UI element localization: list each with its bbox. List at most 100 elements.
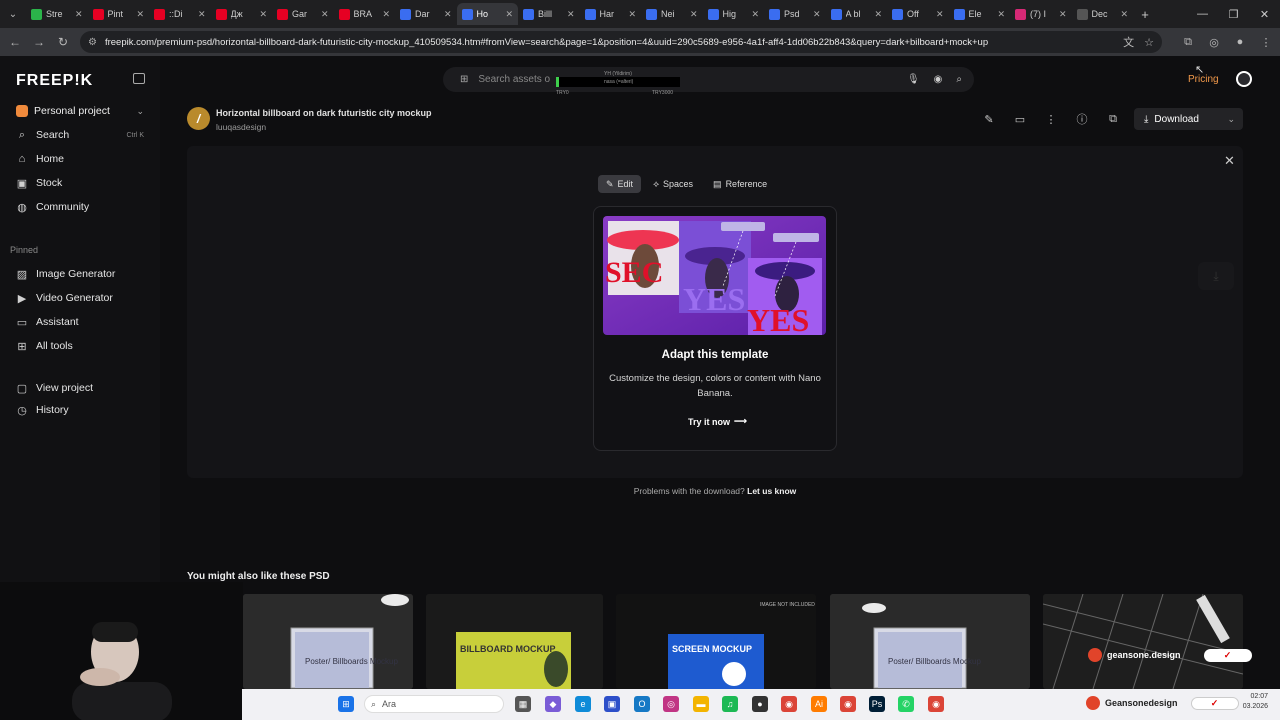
chrome-profile-icon[interactable]: ◉ (928, 696, 944, 712)
sidebar-item-assistant[interactable]: ▭ Assistant (10, 312, 150, 332)
start-icon[interactable]: ⊞ (338, 696, 354, 712)
browser-tab[interactable]: Billl ✕ (518, 3, 580, 25)
browser-tab[interactable]: Nei ✕ (641, 3, 703, 25)
microphone-icon[interactable]: 🎙︎ (907, 74, 920, 85)
download-button[interactable]: ⤓ Download ⌄ (1134, 108, 1243, 130)
whatsapp-icon[interactable]: ✆ (898, 696, 914, 712)
sidebar-item-history[interactable]: ◷ History (10, 400, 150, 420)
add-to-folder-icon[interactable]: ▭ (1011, 113, 1029, 126)
related-item[interactable]: BILLBOARD MOCKUP (426, 594, 603, 689)
chrome-icon[interactable]: ◉ (781, 696, 797, 712)
close-tab-icon[interactable]: ✕ (997, 9, 1005, 20)
browser-tab[interactable]: A bl ✕ (826, 3, 888, 25)
store-icon[interactable]: ▣ (604, 696, 620, 712)
close-tab-icon[interactable]: ✕ (136, 9, 144, 20)
browser-tab[interactable]: Ho ✕ (456, 3, 518, 25)
new-tab-button[interactable]: + (1133, 7, 1157, 22)
outlook-icon[interactable]: O (634, 696, 650, 712)
browser-tab[interactable]: Dec ✕ (1072, 3, 1134, 25)
browser-menu-icon[interactable]: ⋮ (1258, 34, 1274, 50)
sidebar-item-community[interactable]: ◍ Community (10, 197, 150, 217)
browser-tab[interactable]: Pint ✕ (88, 3, 150, 25)
browser-tab[interactable]: Psd ✕ (764, 3, 826, 25)
sidebar-item-search[interactable]: ⌕ Search Ctrl K (10, 125, 150, 145)
close-tab-icon[interactable]: ✕ (628, 9, 636, 20)
close-tab-icon[interactable]: ✕ (690, 9, 698, 20)
reload-icon[interactable]: ↻ (51, 30, 75, 54)
extensions-icon[interactable]: ⧉ (1180, 34, 1196, 50)
maximize-icon[interactable]: ❐ (1218, 0, 1249, 28)
sidebar-item-home[interactable]: ⌂ Home (10, 149, 150, 169)
address-bar[interactable]: ⚙ freepik.com/premium-psd/horizontal-bil… (80, 31, 1162, 53)
forward-icon[interactable]: → (27, 30, 51, 54)
related-item[interactable] (1043, 594, 1243, 689)
close-icon[interactable]: ✕ (1224, 153, 1235, 169)
browser-tab[interactable]: Off ✕ (887, 3, 949, 25)
related-item[interactable]: IMAGE NOT INCLUDED SCREEN MOCKUP (616, 594, 816, 689)
copy-icon[interactable]: ⧉ (1104, 113, 1122, 126)
project-selector[interactable]: Personal project ⌄ (10, 102, 150, 120)
profile-icon[interactable]: ● (1232, 34, 1248, 50)
tab-spaces[interactable]: ⟡ Spaces (645, 175, 701, 193)
close-tab-icon[interactable]: ✕ (567, 9, 575, 20)
close-tab-icon[interactable]: ✕ (321, 9, 329, 20)
asset-search-bar[interactable]: ⊞ Search assets o 🎙︎ ◉ ⌕ (443, 67, 974, 92)
close-tab-icon[interactable]: ✕ (936, 9, 944, 20)
obs-icon[interactable]: ● (752, 696, 768, 712)
close-tab-icon[interactable]: ✕ (505, 9, 513, 20)
browser-tab[interactable]: Дж ✕ (211, 3, 273, 25)
close-tab-icon[interactable]: ✕ (382, 9, 390, 20)
edge-icon[interactable]: e (575, 696, 591, 712)
taskbar-search[interactable]: ⌕ Ara (364, 695, 504, 713)
close-tab-icon[interactable]: ✕ (198, 9, 206, 20)
close-tab-icon[interactable]: ✕ (813, 9, 821, 20)
close-window-icon[interactable]: ✕ (1249, 0, 1280, 28)
taskbar-clock[interactable]: 02:07 03.2026 (1236, 692, 1268, 712)
collapse-sidebar-icon[interactable] (133, 73, 145, 84)
more-options-icon[interactable]: ⋮ (1042, 113, 1060, 126)
browser-tab[interactable]: BRA ✕ (334, 3, 396, 25)
browser-tab[interactable]: Har ✕ (580, 3, 642, 25)
sidebar-item-view-project[interactable]: ▢ View project (10, 378, 150, 398)
site-info-icon[interactable]: ⚙ (88, 37, 97, 48)
tab-edit[interactable]: ✎ Edit (598, 175, 642, 193)
photoshop-icon[interactable]: Ps (869, 696, 885, 712)
translate-icon[interactable]: 文 (1123, 34, 1134, 50)
info-icon[interactable]: ⓘ (1073, 111, 1091, 127)
close-tab-icon[interactable]: ✕ (1059, 9, 1067, 20)
browser-tab[interactable]: ::Di ✕ (149, 3, 211, 25)
back-icon[interactable]: ← (3, 30, 27, 54)
browser-tab[interactable]: (7) I ✕ (1010, 3, 1072, 25)
close-tab-icon[interactable]: ✕ (1120, 9, 1128, 20)
browser-tab[interactable]: Stre ✕ (26, 3, 88, 25)
freepik-logo[interactable]: FREEP!K (16, 72, 93, 90)
chrome-active-icon[interactable]: ◉ (840, 696, 856, 712)
browser-tab[interactable]: Ele ✕ (949, 3, 1011, 25)
browser-tab[interactable]: Hig ✕ (703, 3, 765, 25)
related-item[interactable]: Poster/ Billboards Mockup (830, 594, 1030, 689)
sidebar-item-image-generator[interactable]: ▨ Image Generator (10, 264, 150, 284)
close-tab-icon[interactable]: ✕ (751, 9, 759, 20)
filter-grid-icon[interactable]: ⊞ (460, 74, 468, 85)
file-explorer-icon[interactable]: ▬ (693, 696, 709, 712)
author-avatar[interactable]: / (187, 107, 210, 130)
sidebar-item-all-tools[interactable]: ⊞ All tools (10, 336, 150, 356)
bookmark-star-icon[interactable]: ☆ (1144, 36, 1154, 49)
edit-icon[interactable]: ✎ (980, 113, 998, 126)
chevron-down-icon[interactable]: ⌄ (1227, 114, 1235, 125)
spotify-icon[interactable]: ♫ (722, 696, 738, 712)
browser-tab[interactable]: Dar ✕ (395, 3, 457, 25)
sidebar-item-video-generator[interactable]: ▶ Video Generator (10, 288, 150, 308)
asset-author-link[interactable]: luuqasdesign (216, 122, 266, 132)
faded-download-icon[interactable]: ⤓ (1198, 262, 1234, 290)
let-us-know-link[interactable]: Let us know (747, 486, 796, 496)
user-avatar[interactable] (1236, 71, 1252, 87)
copilot-icon[interactable]: ◆ (545, 696, 561, 712)
instagram-icon[interactable]: ◎ (663, 696, 679, 712)
browser-tab[interactable]: Gar ✕ (272, 3, 334, 25)
sync-icon[interactable]: ◎ (1206, 34, 1222, 50)
close-tab-icon[interactable]: ✕ (444, 9, 452, 20)
search-submit-icon[interactable]: ⌕ (956, 74, 962, 85)
tab-reference[interactable]: ▤ Reference (705, 175, 775, 193)
search-input[interactable]: Search assets o (478, 74, 550, 85)
